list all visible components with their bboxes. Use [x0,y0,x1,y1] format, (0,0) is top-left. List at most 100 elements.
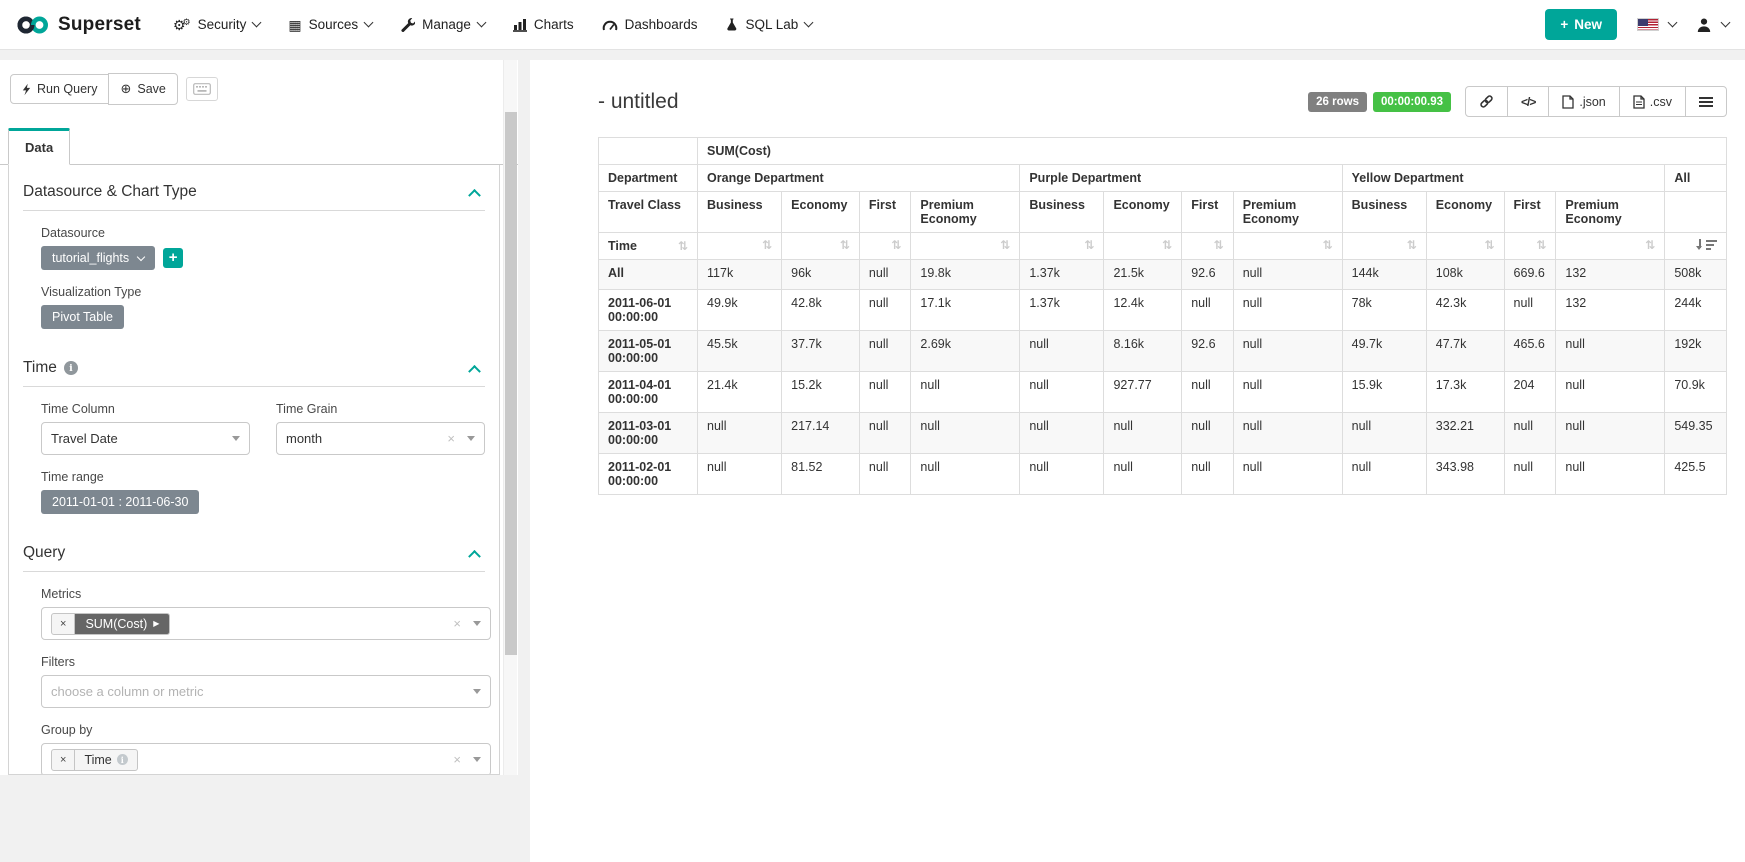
add-datasource-button[interactable]: + [163,248,183,268]
groupby-chip[interactable]: × Time i [51,749,138,771]
column-sort-cell[interactable]: ⇅ [1504,233,1556,260]
clear-icon[interactable]: × [453,617,461,630]
save-button[interactable]: ⊕ Save [108,73,177,105]
sort-icon[interactable]: ⇅ [891,239,901,251]
keyboard-shortcuts-button[interactable] [186,77,218,101]
column-sort-cell[interactable]: ⇅ [1020,233,1104,260]
viz-type-chip[interactable]: Pivot Table [41,305,124,329]
travel-class-cell: Business [1342,192,1426,233]
flask-icon [725,17,738,32]
column-sort-cell[interactable]: ⇅ [911,233,1020,260]
view-query-button[interactable]: </> [1507,86,1549,117]
export-csv-button[interactable]: .csv [1619,86,1686,117]
nav-manage[interactable]: Manage [386,0,499,50]
section-header-query[interactable]: Query [23,544,485,572]
row-dimension-sort-cell[interactable]: Time⇅ [599,233,698,260]
brand-name: Superset [58,14,141,36]
chart-title[interactable]: - untitled [598,90,679,114]
sort-icon[interactable]: ⇅ [1000,239,1010,251]
time-range-control: Time range 2011-01-01 : 2011-06-30 [41,470,485,514]
nav-charts[interactable]: Charts [499,0,588,50]
pivot-value-cell: null [1233,290,1342,331]
remove-groupby-button[interactable]: × [52,750,75,770]
section-header-datasource[interactable]: Datasource & Chart Type [23,183,485,211]
pivot-value-cell: null [1182,413,1234,454]
sort-icon[interactable]: ⇅ [1645,239,1655,251]
column-sort-cell[interactable]: ⇅ [1342,233,1426,260]
column-sort-cell[interactable]: ⇅ [1556,233,1665,260]
department-group-cell: Orange Department [698,165,1020,192]
all-column-sort-cell[interactable] [1665,233,1727,260]
chevron-down-icon[interactable] [473,757,481,762]
column-sort-cell[interactable]: ⇅ [1233,233,1342,260]
nav-sources[interactable]: ▦ Sources [274,0,386,50]
superset-logo[interactable]: Superset [16,14,141,36]
section-header-time[interactable]: Time i [23,359,485,387]
remove-metric-button[interactable]: × [52,614,75,634]
scrollbar-thumb[interactable] [505,112,517,655]
column-sort-cell[interactable]: ⇅ [859,233,911,260]
time-row-header: 2011-05-01 00:00:00 [599,331,698,372]
control-panel: Run Query ⊕ Save Data Datasource & Chart… [0,60,518,775]
sort-icon[interactable]: ⇅ [678,240,688,252]
run-query-button[interactable]: Run Query [10,74,109,104]
datasource-chip[interactable]: tutorial_flights [41,246,155,270]
sort-icon[interactable]: ⇅ [1084,239,1094,251]
left-pane-scrollbar[interactable] [503,60,517,775]
pivot-value-cell: 425.5 [1665,454,1727,495]
pivot-value-cell: null [1182,372,1234,413]
column-sort-cell[interactable]: ⇅ [698,233,782,260]
sort-icon[interactable]: ⇅ [840,239,850,251]
tab-strip: Data [0,127,518,165]
column-sort-cell[interactable]: ⇅ [1426,233,1504,260]
time-range-chip[interactable]: 2011-01-01 : 2011-06-30 [41,490,199,514]
sort-icon[interactable]: ⇅ [1323,239,1333,251]
export-json-button[interactable]: .json [1548,86,1619,117]
chart-panel: - untitled 26 rows 00:00:00.93 </> .json [530,60,1745,862]
sort-icon[interactable]: ⇅ [1407,239,1417,251]
nav-dashboards[interactable]: Dashboards [588,0,712,50]
user-menu[interactable] [1696,17,1729,33]
bolt-icon [22,83,31,96]
clear-icon[interactable]: × [447,432,455,445]
sort-icon[interactable]: ⇅ [1536,239,1546,251]
clear-icon[interactable]: × [453,753,461,766]
chart-menu-button[interactable] [1685,86,1727,117]
chevron-down-icon[interactable] [473,621,481,626]
pivot-value-cell: 1.37k [1020,260,1104,290]
tab-data[interactable]: Data [8,128,70,165]
sort-icon[interactable]: ⇅ [1214,239,1224,251]
sort-icon[interactable]: ⇅ [1484,239,1494,251]
pivot-value-cell: null [1556,331,1665,372]
metric-chip[interactable]: × SUM(Cost) ▶ [51,613,170,635]
nav-sql-lab[interactable]: SQL Lab [711,0,826,50]
pivot-value-cell: 1.37k [1020,290,1104,331]
time-grain-select[interactable]: month × [276,422,485,455]
travel-class-cell: Premium Economy [911,192,1020,233]
column-sort-cell[interactable]: ⇅ [782,233,860,260]
language-selector[interactable] [1637,18,1676,31]
filters-select[interactable]: choose a column or metric [41,675,491,708]
groupby-select[interactable]: × Time i × [41,743,491,775]
section-query: Query Metrics × SUM(Cost) ▶ [23,544,485,775]
chevron-up-icon [468,364,481,377]
column-sort-cell[interactable]: ⇅ [1104,233,1182,260]
column-sort-cell[interactable]: ⇅ [1182,233,1234,260]
pivot-value-cell: null [911,454,1020,495]
chevron-down-icon[interactable] [473,689,481,694]
nav-security[interactable]: ⚙⚙ Security [159,0,274,50]
chevron-down-icon[interactable] [232,436,240,441]
all-column-cell: All [1665,165,1727,192]
time-column-select[interactable]: Travel Date [41,422,250,455]
metrics-select[interactable]: × SUM(Cost) ▶ × [41,607,491,640]
pivot-value-cell: 2.69k [911,331,1020,372]
sort-icon[interactable]: ⇅ [1162,239,1172,251]
chevron-down-icon[interactable] [467,436,475,441]
sort-amount-desc-icon[interactable] [1697,239,1717,250]
new-button[interactable]: + New [1545,9,1617,40]
time-grain-control: Time Grain month × [276,402,485,455]
groupby-control: Group by × Time i × [41,723,485,775]
sort-icon[interactable]: ⇅ [762,239,772,251]
pivot-value-cell: null [1233,260,1342,290]
short-url-button[interactable] [1465,86,1508,117]
